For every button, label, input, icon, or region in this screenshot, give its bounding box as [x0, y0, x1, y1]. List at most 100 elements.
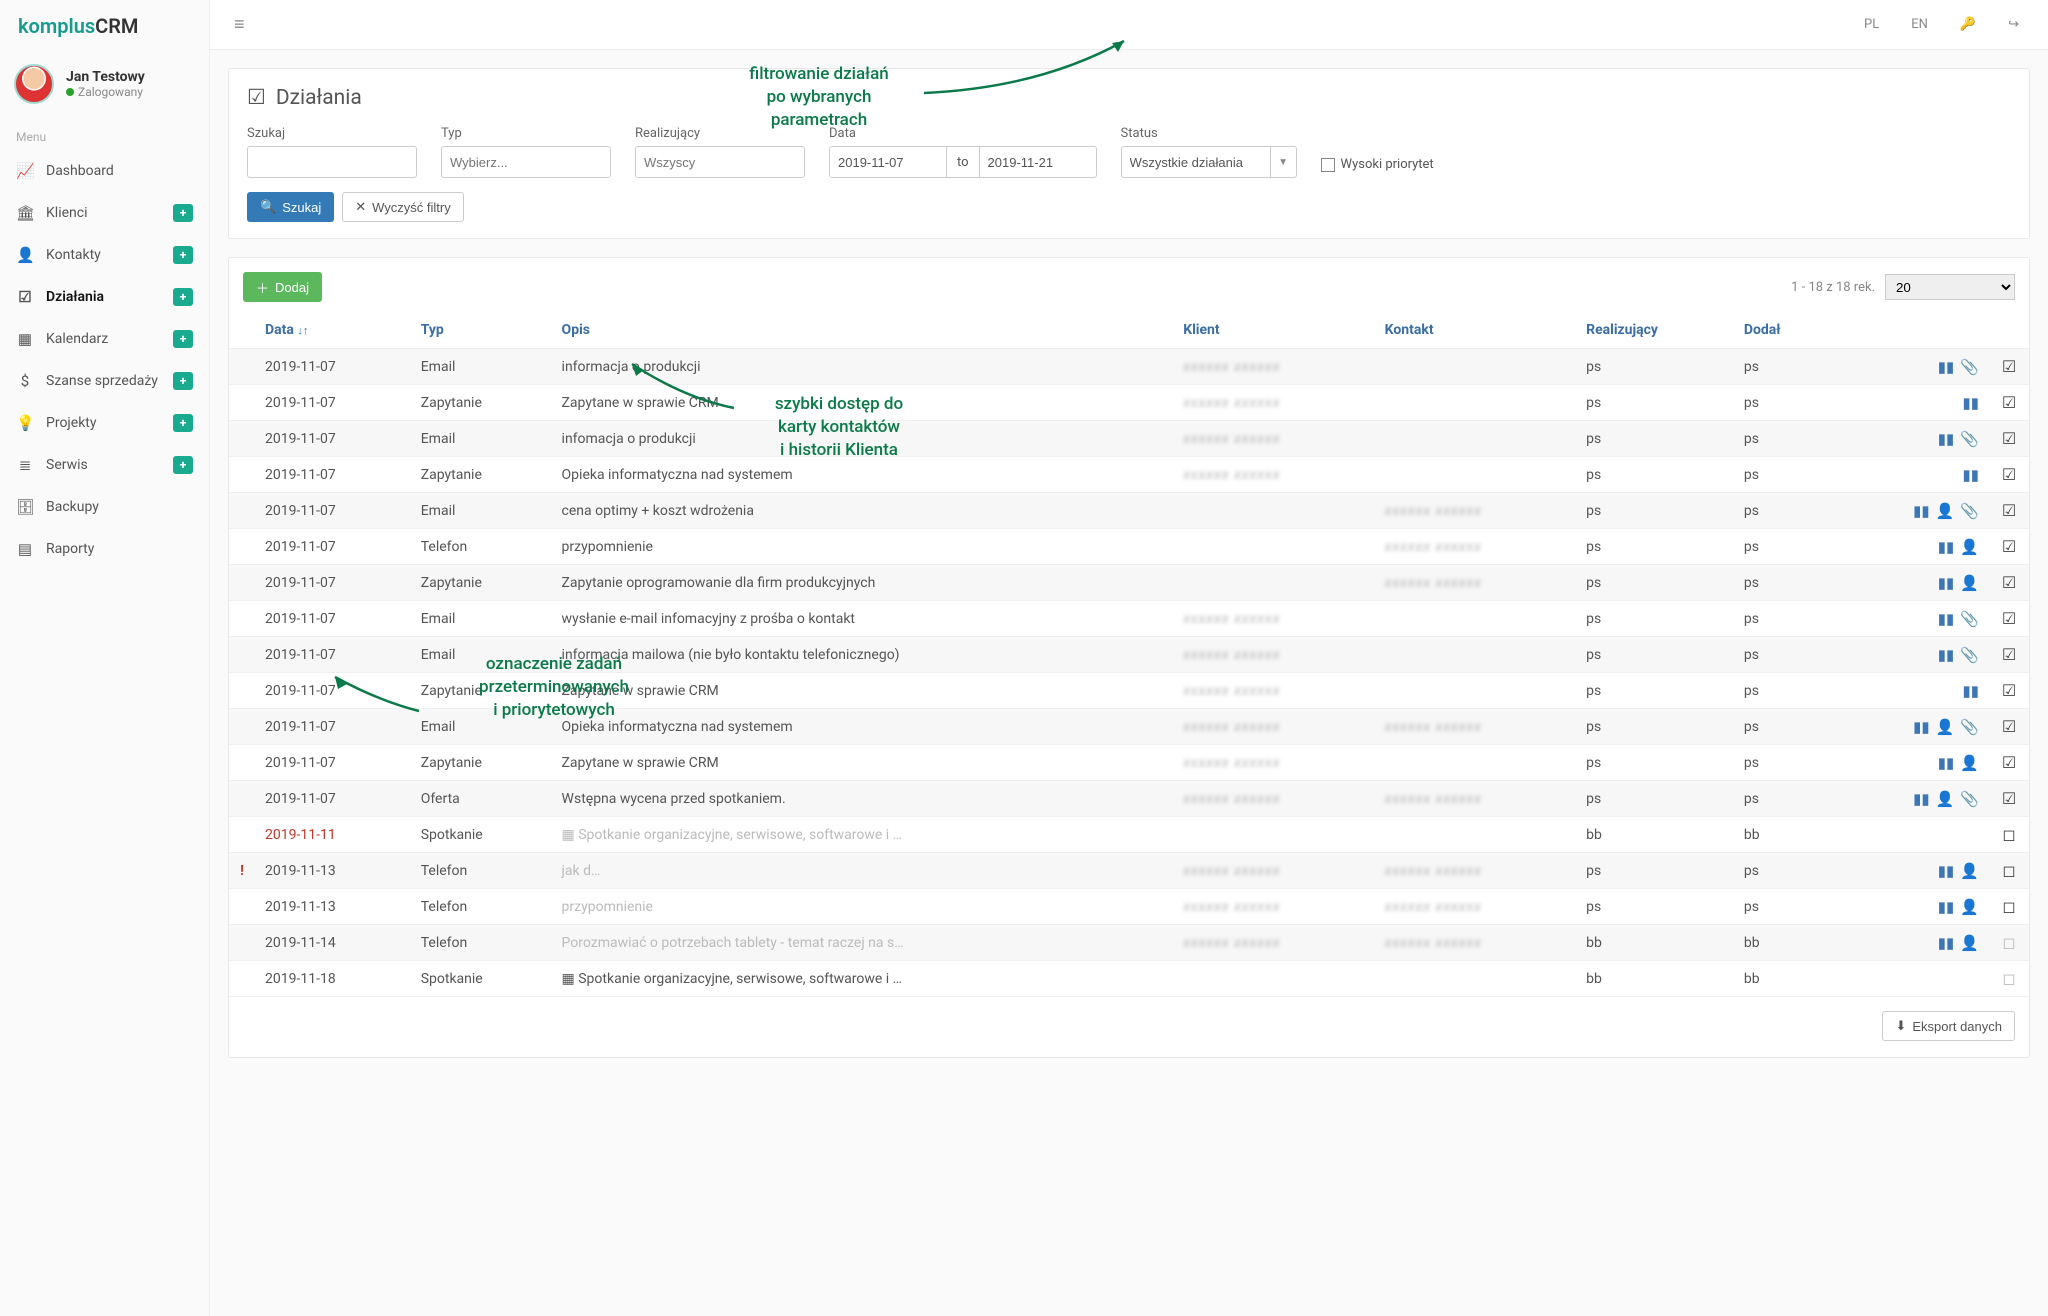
clip-icon[interactable]: 📎: [1960, 610, 1979, 628]
person-icon[interactable]: 👤: [1960, 934, 1979, 952]
row-check-icon[interactable]: ☑: [1989, 385, 2029, 421]
table-row[interactable]: 2019-11-07 Zapytanie Zapytane w sprawie …: [229, 745, 2029, 781]
clip-icon[interactable]: 📎: [1960, 718, 1979, 736]
row-check-icon[interactable]: ☑: [1989, 709, 2029, 745]
search-button[interactable]: 🔍Szukaj: [247, 192, 334, 222]
add-button[interactable]: ＋Dodaj: [243, 272, 322, 302]
add-badge-icon[interactable]: +: [173, 204, 193, 222]
status-select[interactable]: [1121, 146, 1271, 178]
row-check-icon[interactable]: ☑: [1989, 349, 2029, 385]
chart-icon[interactable]: ▮▮: [1938, 646, 1955, 664]
row-check-icon[interactable]: ☑: [1989, 457, 2029, 493]
lang-en[interactable]: EN: [1896, 8, 1943, 41]
row-check-icon[interactable]: ☑: [1989, 493, 2029, 529]
clip-icon[interactable]: 📎: [1960, 502, 1979, 520]
chart-icon[interactable]: ▮▮: [1962, 394, 1979, 412]
add-badge-icon[interactable]: +: [173, 414, 193, 432]
row-check-icon[interactable]: ☑: [1989, 601, 2029, 637]
table-row[interactable]: 2019-11-14 Telefon Porozmawiać o potrzeb…: [229, 925, 2029, 961]
table-row[interactable]: 2019-11-07 Email cena optimy + koszt wdr…: [229, 493, 2029, 529]
chart-icon[interactable]: ▮▮: [1962, 682, 1979, 700]
col-assignee[interactable]: Realizujący: [1576, 312, 1734, 349]
table-row[interactable]: 2019-11-18 Spotkanie ▦ Spotkanie organiz…: [229, 961, 2029, 997]
chart-icon[interactable]: ▮▮: [1913, 718, 1930, 736]
table-row[interactable]: 2019-11-07 Email wysłanie e-mail infomac…: [229, 601, 2029, 637]
row-check-icon[interactable]: ☑: [1989, 529, 2029, 565]
table-row[interactable]: 2019-11-07 Email infomacja o produkcji x…: [229, 421, 2029, 457]
page-size-select[interactable]: 20: [1885, 274, 2015, 300]
type-select[interactable]: [441, 146, 611, 178]
export-button[interactable]: ⬇Eksport danych: [1882, 1011, 2015, 1041]
clear-filters-button[interactable]: ✕Wyczyść filtry: [342, 192, 464, 222]
person-icon[interactable]: 👤: [1960, 538, 1979, 556]
sidebar-item-kontakty[interactable]: 👤Kontakty+: [0, 234, 209, 276]
table-row[interactable]: 2019-11-07 Email informacja o produkcji …: [229, 349, 2029, 385]
add-badge-icon[interactable]: +: [173, 456, 193, 474]
clip-icon[interactable]: 📎: [1960, 646, 1979, 664]
table-row[interactable]: 2019-11-07 Zapytanie Zapytane w sprawie …: [229, 673, 2029, 709]
table-row[interactable]: 2019-11-13 Telefon przypomnienie xxxxxx …: [229, 889, 2029, 925]
col-client[interactable]: Klient: [1173, 312, 1374, 349]
chart-icon[interactable]: ▮▮: [1938, 934, 1955, 952]
lang-pl[interactable]: PL: [1849, 8, 1894, 41]
chart-icon[interactable]: ▮▮: [1938, 538, 1955, 556]
high-priority-checkbox[interactable]: Wysoki priorytet: [1321, 157, 1434, 178]
chart-icon[interactable]: ▮▮: [1938, 862, 1955, 880]
chart-icon[interactable]: ▮▮: [1938, 754, 1955, 772]
chart-icon[interactable]: ▮▮: [1938, 898, 1955, 916]
chart-icon[interactable]: ▮▮: [1962, 466, 1979, 484]
sidebar-item-projekty[interactable]: 💡Projekty+: [0, 402, 209, 444]
row-check-icon[interactable]: ☑: [1989, 781, 2029, 817]
clip-icon[interactable]: 📎: [1960, 358, 1979, 376]
table-row[interactable]: 2019-11-07 Telefon przypomnienie xxxxxx …: [229, 529, 2029, 565]
person-icon[interactable]: 👤: [1960, 862, 1979, 880]
col-desc[interactable]: Opis: [552, 312, 1174, 349]
key-icon[interactable]: 🔑: [1945, 8, 1991, 41]
add-badge-icon[interactable]: +: [173, 246, 193, 264]
col-added[interactable]: Dodał: [1734, 312, 1831, 349]
table-row[interactable]: 2019-11-07 Zapytanie Zapytane w sprawie …: [229, 385, 2029, 421]
search-input[interactable]: [247, 146, 417, 178]
row-check-icon[interactable]: ◻: [1989, 961, 2029, 997]
person-icon[interactable]: 👤: [1936, 718, 1955, 736]
row-check-icon[interactable]: ◻: [1989, 889, 2029, 925]
add-badge-icon[interactable]: +: [173, 288, 193, 306]
assignee-select[interactable]: [635, 146, 805, 178]
date-from-input[interactable]: [829, 146, 947, 178]
brand-logo[interactable]: komplusCRM: [0, 0, 209, 52]
col-contact[interactable]: Kontakt: [1375, 312, 1576, 349]
row-check-icon[interactable]: ◻: [1989, 817, 2029, 853]
sidebar-item-dashboard[interactable]: 📈Dashboard: [0, 150, 209, 192]
sidebar-item-serwis[interactable]: ≣Serwis+: [0, 444, 209, 486]
person-icon[interactable]: 👤: [1960, 754, 1979, 772]
chart-icon[interactable]: ▮▮: [1913, 790, 1930, 808]
table-row[interactable]: 2019-11-07 Zapytanie Zapytanie oprogramo…: [229, 565, 2029, 601]
row-check-icon[interactable]: ◻: [1989, 853, 2029, 889]
person-icon[interactable]: 👤: [1960, 574, 1979, 592]
chart-icon[interactable]: ▮▮: [1938, 610, 1955, 628]
chart-icon[interactable]: ▮▮: [1938, 358, 1955, 376]
clip-icon[interactable]: 📎: [1960, 790, 1979, 808]
sidebar-item-działania[interactable]: ☑Działania+: [0, 276, 209, 318]
person-icon[interactable]: 👤: [1936, 502, 1955, 520]
col-type[interactable]: Typ: [411, 312, 552, 349]
logout-icon[interactable]: ↪: [1993, 8, 2034, 41]
table-row[interactable]: ! 2019-11-13 Telefon jak d… xxxxxx xxxxx…: [229, 853, 2029, 889]
date-to-input[interactable]: [979, 146, 1097, 178]
sidebar-item-klienci[interactable]: 🏛Klienci+: [0, 192, 209, 234]
sidebar-item-raporty[interactable]: ▤Raporty: [0, 528, 209, 570]
add-badge-icon[interactable]: +: [173, 330, 193, 348]
hamburger-icon[interactable]: ≡: [224, 8, 255, 41]
table-row[interactable]: 2019-11-11 Spotkanie ▦ Spotkanie organiz…: [229, 817, 2029, 853]
chart-icon[interactable]: ▮▮: [1938, 430, 1955, 448]
table-row[interactable]: 2019-11-07 Email informacja mailowa (nie…: [229, 637, 2029, 673]
row-check-icon[interactable]: ☑: [1989, 637, 2029, 673]
row-check-icon[interactable]: ☑: [1989, 673, 2029, 709]
row-check-icon[interactable]: ☑: [1989, 421, 2029, 457]
row-check-icon[interactable]: ☑: [1989, 565, 2029, 601]
chart-icon[interactable]: ▮▮: [1938, 574, 1955, 592]
row-check-icon[interactable]: ☑: [1989, 745, 2029, 781]
chart-icon[interactable]: ▮▮: [1913, 502, 1930, 520]
clip-icon[interactable]: 📎: [1960, 430, 1979, 448]
table-row[interactable]: 2019-11-07 Oferta Wstępna wycena przed s…: [229, 781, 2029, 817]
